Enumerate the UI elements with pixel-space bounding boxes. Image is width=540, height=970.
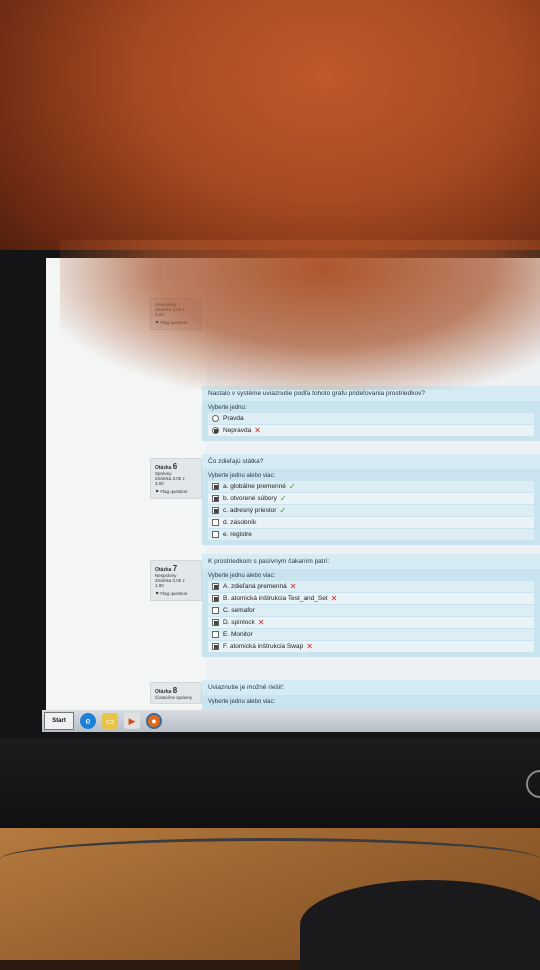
answer-area: Vyberte jednu alebo viac: A. zdieľaná pr… <box>202 569 540 657</box>
question-info-8: Otázka 8 Čiastočne správny <box>150 682 202 704</box>
cable <box>0 838 540 881</box>
checkbox[interactable] <box>212 495 219 502</box>
cross-icon: ✕ <box>289 582 297 591</box>
cross-icon: ✕ <box>257 618 265 627</box>
check-icon: ✓ <box>279 494 287 503</box>
answer-option[interactable]: e. registre <box>208 529 534 540</box>
answer-option[interactable]: E. Monitor <box>208 629 534 640</box>
answer-option[interactable]: a. globálne premenné ✓ <box>208 481 534 492</box>
internet-explorer-icon[interactable]: e <box>80 713 96 729</box>
checkbox[interactable] <box>212 507 219 514</box>
checkbox[interactable] <box>212 483 219 490</box>
answer-option[interactable]: C. semafor <box>208 605 534 616</box>
question-text: Čo zdieľajú státka? <box>208 458 264 465</box>
radio-button[interactable] <box>212 415 219 422</box>
question-6: Čo zdieľajú státka? Vyberte jednu alebo … <box>202 454 540 545</box>
firefox-icon[interactable]: ● <box>146 713 162 729</box>
answer-area: Vyberte jednu: Pravda Nepravda ✕ <box>202 401 540 441</box>
monitor-stand <box>300 880 540 970</box>
start-button[interactable]: Start <box>44 712 74 730</box>
answer-prompt: Vyberte jednu alebo viac: <box>208 473 276 479</box>
checkbox[interactable] <box>212 643 219 650</box>
question-text: Uviaznutie je možné riešiť: <box>208 684 285 691</box>
answer-prompt: Vyberte jednu alebo viac: <box>208 573 276 579</box>
answer-option[interactable]: B. atomická inštrukcia Test_and_Set ✕ <box>208 593 534 604</box>
checkbox[interactable] <box>212 519 219 526</box>
question-info-7: Otázka 7 Nesprávny Známka 0,00 z 1,00 ⚑ … <box>150 560 202 601</box>
check-icon: ✓ <box>279 506 287 515</box>
checkbox[interactable] <box>212 595 219 602</box>
media-player-icon[interactable]: ▶ <box>124 713 140 729</box>
check-icon: ✓ <box>288 482 296 491</box>
monitor-bezel-bottom <box>0 738 540 830</box>
checkbox[interactable] <box>212 619 219 626</box>
question-grade-line2: 3,00 <box>155 481 164 486</box>
checkbox[interactable] <box>212 607 219 614</box>
question-text: K prostriedkom s pasívnym čakaním patrí: <box>208 558 330 565</box>
flag-question-link[interactable]: ⚑ Flag question <box>155 591 197 597</box>
checkbox[interactable] <box>212 631 219 638</box>
folder-icon[interactable]: ▭ <box>102 713 118 729</box>
checkbox[interactable] <box>212 583 219 590</box>
answer-option[interactable]: Pravda <box>208 413 534 424</box>
radio-button[interactable] <box>212 427 219 434</box>
question-partial: Nastalo v systéme uviaznutie podľa tohot… <box>202 386 540 441</box>
question-info-6: Otázka 6 Správny Známka 3,00 z 3,00 ⚑ Fl… <box>150 458 202 499</box>
taskbar: Start e ▭ ▶ ● <box>42 710 540 732</box>
question-grade-line2: 1,00 <box>155 583 164 588</box>
cross-icon: ✕ <box>330 594 338 603</box>
question-status: Čiastočne správny <box>155 695 193 700</box>
question-number: Otázka 6 <box>155 462 178 471</box>
question-8: Uviaznutie je možné riešiť: Vyberte jedn… <box>202 680 540 710</box>
answer-prompt: Vyberte jednu: <box>208 405 247 411</box>
answer-option[interactable]: b. otvorené súbory ✓ <box>208 493 534 504</box>
finger-blur <box>60 240 540 390</box>
question-number: Otázka 8 <box>155 686 178 695</box>
cross-icon: ✕ <box>254 426 261 435</box>
answer-option[interactable]: d. zásobník <box>208 517 534 528</box>
answer-option[interactable]: A. zdieľaná premenná ✕ <box>208 581 534 592</box>
checkbox[interactable] <box>212 531 219 538</box>
answer-area: Vyberte jednu alebo viac: a. globálne pr… <box>202 469 540 545</box>
answer-option[interactable]: F. atomická inštrukcia Swap ✕ <box>208 641 534 652</box>
answer-option[interactable]: D. spinlock ✕ <box>208 617 534 628</box>
question-7: K prostriedkom s pasívnym čakaním patrí:… <box>202 554 540 657</box>
answer-area: Vyberte jednu alebo viac: <box>202 695 540 710</box>
answer-option[interactable]: Nepravda ✕ <box>208 425 534 436</box>
cross-icon: ✕ <box>306 642 313 651</box>
question-number: Otázka 7 <box>155 564 178 573</box>
flag-question-link[interactable]: ⚑ Flag question <box>155 489 197 495</box>
answer-option[interactable]: c. adresný priestor ✓ <box>208 505 534 516</box>
answer-prompt: Vyberte jednu alebo viac: <box>208 699 276 705</box>
flag-icon: ⚑ <box>155 591 160 596</box>
flag-icon: ⚑ <box>155 489 160 494</box>
